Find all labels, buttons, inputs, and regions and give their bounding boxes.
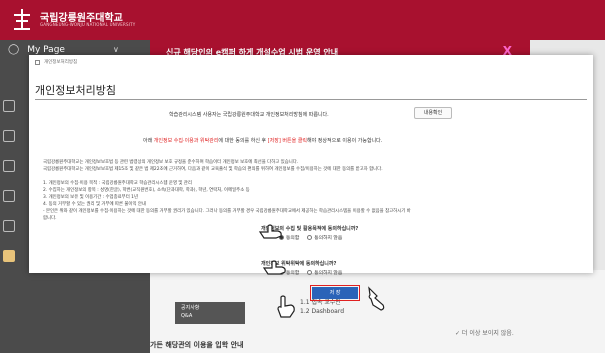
list-item[interactable]: 1.1 접속 교수안 bbox=[300, 298, 344, 307]
policy-line: 4. 동의 거부할 수 있는 권리 및 거부에 따른 불이익 안내 bbox=[43, 202, 146, 207]
notice-highlight: [저장] 버튼을 클릭 bbox=[267, 138, 308, 144]
lock-icon[interactable] bbox=[3, 250, 15, 262]
book-icon[interactable] bbox=[3, 100, 15, 112]
hand-pointer-icon bbox=[258, 224, 282, 239]
file-icon[interactable] bbox=[3, 190, 15, 202]
mypage-menu[interactable]: ◯ My Page ∨ bbox=[8, 44, 119, 55]
board-icon[interactable] bbox=[3, 130, 15, 142]
title-divider bbox=[35, 99, 587, 100]
consent-2-disagree-radio[interactable]: 동의하지 않음 bbox=[307, 269, 342, 276]
notice-part: 에 대한 동의를 하신 후 bbox=[218, 138, 268, 144]
side-item-notice[interactable]: 공지사항 bbox=[181, 304, 239, 312]
mypage-label: My Page bbox=[27, 44, 65, 55]
background-side-menu: 공지사항 Q&A bbox=[175, 302, 245, 324]
policy-line: - 본인은 위와 같이 개인정보를 수집·이용하는 것에 대한 동의를 거부할 … bbox=[43, 209, 411, 214]
hand-pointer-icon bbox=[368, 286, 385, 311]
user-icon: ◯ bbox=[8, 44, 20, 55]
policy-line bbox=[43, 173, 583, 180]
policy-line: 3. 개인정보의 보유 및 이용기간 : 수업종료부터 1년 bbox=[43, 195, 138, 200]
radio-icon bbox=[307, 270, 313, 275]
radio-label: 동의함 bbox=[286, 236, 300, 241]
policy-line: 2. 수집하는 개인정보의 항목 : 성명(한글), 학번(교직원번호), 소속… bbox=[43, 188, 250, 193]
notice-part: 아래 bbox=[143, 138, 154, 144]
hand-pointer-icon bbox=[277, 295, 295, 318]
notice-text: 아래 개인정보 수집·이용과 위탁관리에 대한 동의를 하신 후 [저장] 버튼… bbox=[143, 137, 382, 144]
consent-options-1: 동의함 동의하지 않음 bbox=[279, 234, 342, 241]
breadcrumb-label: 개인정보처리방침 bbox=[44, 60, 78, 65]
privacy-policy-modal: 개인정보처리방침 개인정보처리방침 학습관리시스템 사용자는 국립강릉원주대학교… bbox=[29, 55, 593, 276]
policy-line: 국립강릉원주대학교는 개인정보보호법 등 관련 법령상의 개인정보 보호 규정을… bbox=[43, 160, 299, 165]
dismiss-message[interactable]: ✓ 더 이상 보이지 않음. bbox=[455, 328, 514, 337]
home-icon[interactable] bbox=[35, 59, 40, 65]
policy-line: 국립강릉원주대학교는 개인정보보호법 제15조 및 같은 법 제22조에 근거하… bbox=[43, 167, 383, 172]
policy-line: 랍니다. bbox=[43, 216, 57, 221]
radio-icon bbox=[307, 235, 313, 240]
policy-line: 1. 개인정보의 수집·이용 목적 : 국립강릉원주대학교 학습관리시스템 운영… bbox=[43, 181, 192, 186]
intro-text: 학습관리시스템 사용자는 국립강릉원주대학교 개인정보처리방침에 따릅니다. bbox=[169, 112, 329, 118]
page-title: 개인정보처리방침 bbox=[35, 84, 116, 97]
radio-label: 동의하지 않음 bbox=[314, 271, 343, 276]
notice-part: 해야 정상적으로 이용이 가능합니다. bbox=[307, 138, 383, 144]
site-header: 국립강릉원주대학교 GANGNEUNG-WONJU NATIONAL UNIVE… bbox=[0, 0, 605, 40]
folder-icon[interactable] bbox=[3, 220, 15, 232]
logo-subtext: GANGNEUNG-WONJU NATIONAL UNIVERSITY bbox=[40, 22, 136, 27]
save-button[interactable]: 저 장 bbox=[310, 285, 360, 301]
confirm-content-button[interactable]: 내용확인 bbox=[414, 107, 452, 119]
hand-pointer-icon bbox=[262, 260, 286, 275]
background-bottom-text: 가든 해당관의 이용을 입학 안내 bbox=[150, 341, 244, 349]
consent-options-2: 동의함 동의하지 않음 bbox=[279, 269, 342, 276]
radio-label: 동의하지 않음 bbox=[314, 236, 343, 241]
university-logo-icon bbox=[14, 9, 30, 30]
chevron-down-icon: ∨ bbox=[112, 45, 119, 54]
background-list: 1.1 접속 교수안 1.2 Dashboard bbox=[300, 298, 344, 316]
side-item-qna[interactable]: Q&A bbox=[181, 312, 239, 320]
breadcrumb: 개인정보처리방침 bbox=[35, 59, 77, 65]
notice-highlight: 개인정보 수집·이용과 위탁관리 bbox=[153, 138, 219, 144]
policy-body: 국립강릉원주대학교는 개인정보보호법 등 관련 법령상의 개인정보 보호 규정을… bbox=[43, 159, 583, 222]
calendar-icon[interactable] bbox=[3, 160, 15, 172]
consent-1-disagree-radio[interactable]: 동의하지 않음 bbox=[307, 234, 342, 241]
list-item[interactable]: 1.2 Dashboard bbox=[300, 307, 344, 316]
